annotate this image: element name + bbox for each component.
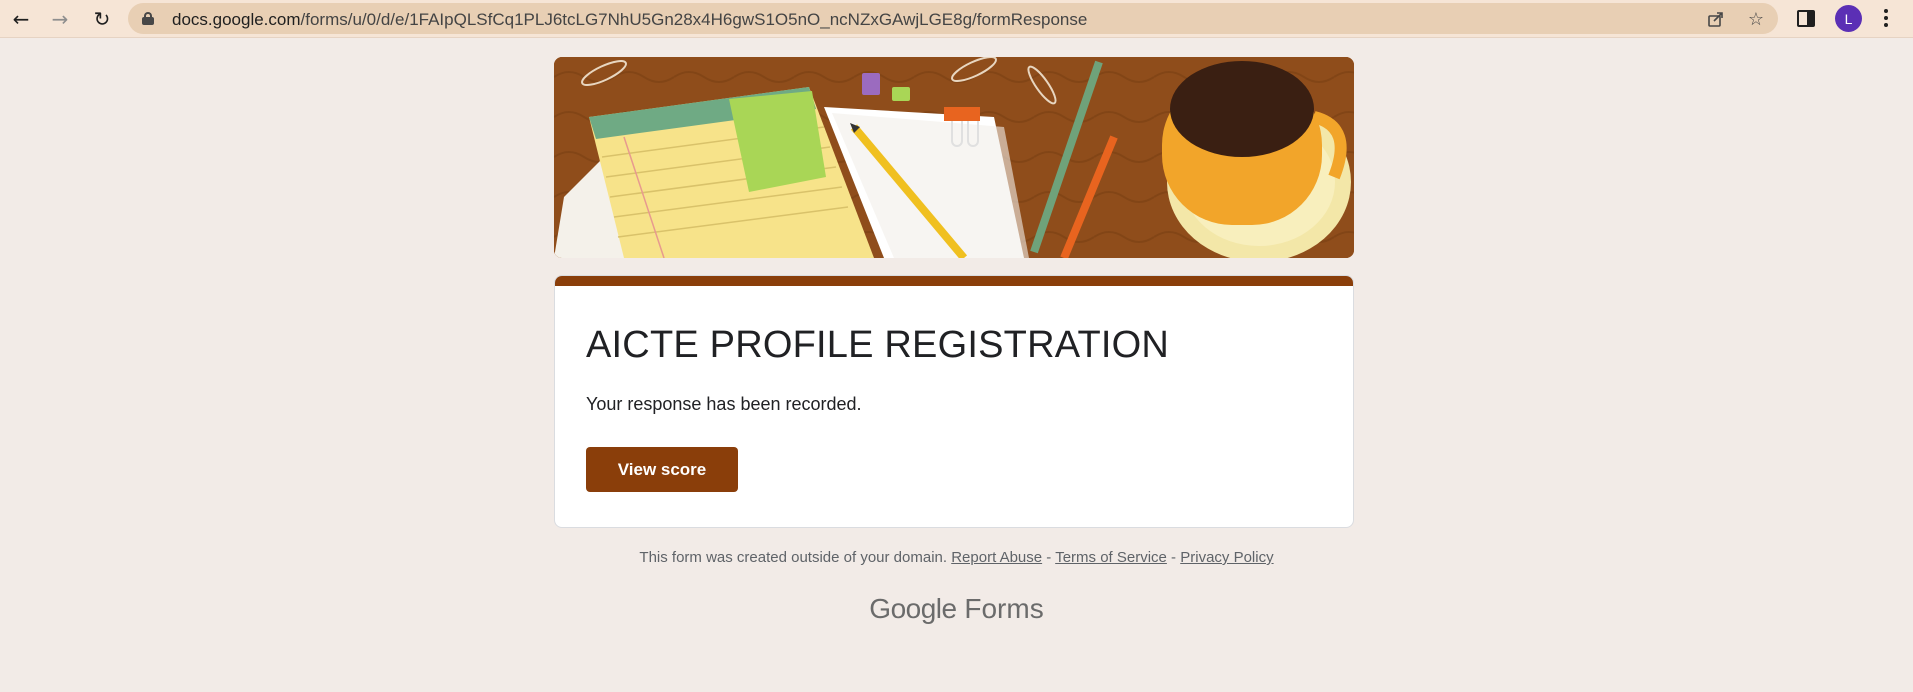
more-menu-icon[interactable] (1876, 6, 1896, 30)
url-text[interactable]: docs.google.com/forms/u/0/d/e/1FAIpQLSfC… (172, 10, 1087, 30)
share-icon[interactable] (1705, 8, 1727, 30)
confirmation-card: AICTE PROFILE REGISTRATION Your response… (554, 275, 1354, 528)
side-panel-icon[interactable] (1797, 10, 1815, 27)
reload-icon[interactable]: ↻ (86, 4, 118, 34)
confirmation-message: Your response has been recorded. (586, 394, 862, 414)
form-title: AICTE PROFILE REGISTRATION (586, 324, 1170, 366)
url-path: /forms/u/0/d/e/1FAIpQLSfCq1PLJ6tcLG7NhU5… (300, 10, 1088, 29)
avatar-initial: L (1844, 10, 1853, 27)
star-icon[interactable]: ☆ (1745, 8, 1767, 30)
privacy-policy-link[interactable]: Privacy Policy (1180, 549, 1273, 566)
report-abuse-link[interactable]: Report Abuse (951, 549, 1042, 566)
view-score-button[interactable]: View score (586, 447, 738, 492)
logo-google-text: Google (869, 593, 957, 624)
back-icon[interactable]: ← (5, 4, 37, 34)
form-header-image (554, 57, 1354, 258)
footer-separator: - (1042, 549, 1056, 566)
terms-of-service-link[interactable]: Terms of Service (1055, 549, 1167, 566)
profile-avatar[interactable]: L (1835, 5, 1862, 32)
forward-icon[interactable]: → (44, 4, 76, 34)
address-bar[interactable]: docs.google.com/forms/u/0/d/e/1FAIpQLSfC… (128, 3, 1778, 34)
browser-toolbar: ← → ↻ docs.google.com/forms/u/0/d/e/1FAI… (0, 0, 1913, 38)
url-host: docs.google.com (172, 10, 301, 29)
card-accent-bar (555, 276, 1353, 286)
footer-domain-notice: This form was created outside of your do… (639, 549, 948, 566)
logo-forms-text: Forms (964, 593, 1044, 624)
google-forms-logo[interactable]: Google Forms (0, 593, 1913, 625)
footer-separator: - (1166, 549, 1181, 566)
lock-icon[interactable] (142, 12, 154, 25)
footer-notice: This form was created outside of your do… (0, 549, 1913, 566)
